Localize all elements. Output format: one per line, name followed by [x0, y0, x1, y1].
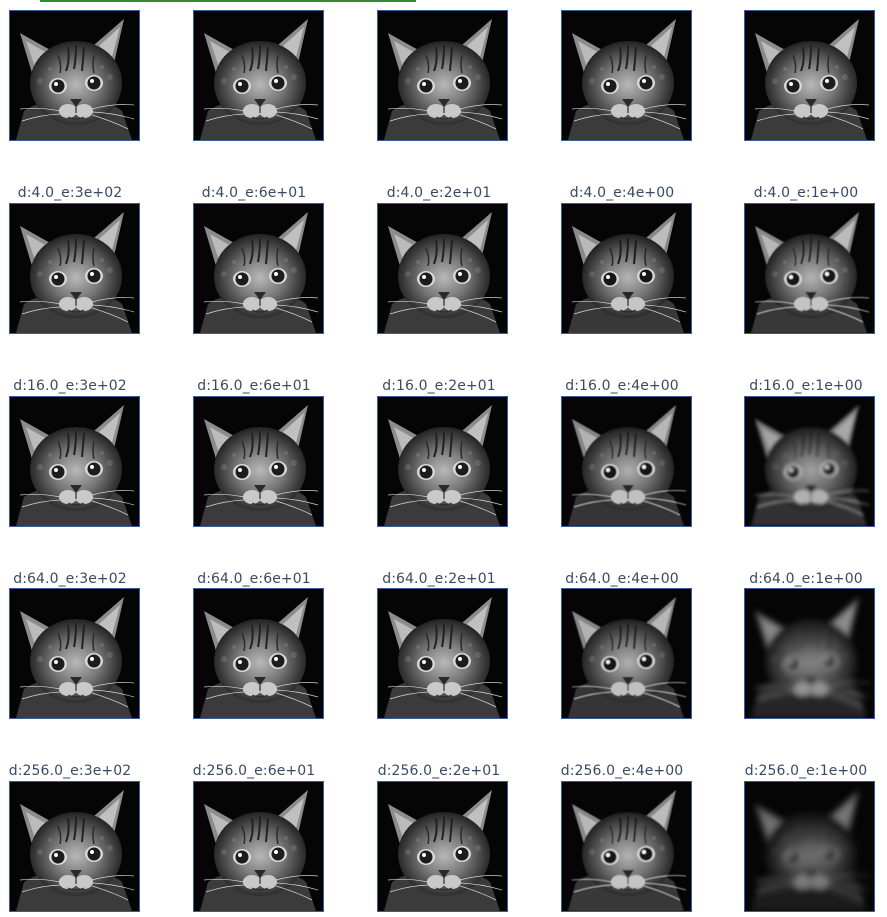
kitten-image: [744, 588, 875, 719]
image-caption: d:64.0_e:3e+02: [13, 571, 127, 587]
kitten-image: [377, 203, 508, 334]
image-caption: d:16.0_e:1e+00: [749, 378, 863, 394]
kitten-image: [193, 396, 324, 527]
image-caption: d:256.0_e:4e+00: [560, 763, 684, 779]
kitten-image: [744, 781, 875, 912]
image-caption: d:256.0_e:1e+00: [744, 763, 868, 779]
image-caption: d:64.0_e:4e+00: [565, 571, 679, 587]
image-caption: d:256.0_e:3e+02: [8, 763, 132, 779]
image-caption: d:16.0_e:4e+00: [565, 378, 679, 394]
kitten-image: [193, 588, 324, 719]
image-caption: d:4.0_e:2e+01: [386, 185, 492, 201]
kitten-image: [744, 10, 875, 141]
kitten-image: [377, 781, 508, 912]
kitten-image: [193, 10, 324, 141]
image-caption: d:256.0_e:6e+01: [192, 763, 316, 779]
results-page: d:4.0_e:3e+02 d:4.0_e:6e+01 d:4.0_e:2e+0…: [0, 0, 887, 917]
kitten-image: [561, 203, 692, 334]
kitten-image: [377, 396, 508, 527]
kitten-image: [561, 396, 692, 527]
image-caption: d:16.0_e:6e+01: [197, 378, 311, 394]
kitten-image: [193, 781, 324, 912]
kitten-image: [9, 10, 140, 141]
image-caption: d:4.0_e:3e+02: [17, 185, 123, 201]
image-caption: d:4.0_e:6e+01: [201, 185, 307, 201]
image-caption: d:64.0_e:1e+00: [749, 571, 863, 587]
kitten-image: [561, 588, 692, 719]
kitten-image: [9, 203, 140, 334]
kitten-image: [377, 10, 508, 141]
image-caption: d:256.0_e:2e+01: [377, 763, 501, 779]
image-caption: d:64.0_e:6e+01: [197, 571, 311, 587]
kitten-image: [561, 781, 692, 912]
kitten-image: [9, 396, 140, 527]
kitten-image: [9, 781, 140, 912]
kitten-image: [9, 588, 140, 719]
kitten-image: [561, 10, 692, 141]
image-grid: d:4.0_e:3e+02 d:4.0_e:6e+01 d:4.0_e:2e+0…: [0, 0, 887, 917]
kitten-image: [377, 588, 508, 719]
image-caption: d:16.0_e:3e+02: [13, 378, 127, 394]
kitten-image: [744, 203, 875, 334]
kitten-image: [744, 396, 875, 527]
image-caption: d:64.0_e:2e+01: [382, 571, 496, 587]
image-caption: d:4.0_e:1e+00: [753, 185, 859, 201]
image-caption: d:4.0_e:4e+00: [569, 185, 675, 201]
image-caption: d:16.0_e:2e+01: [382, 378, 496, 394]
kitten-image: [193, 203, 324, 334]
